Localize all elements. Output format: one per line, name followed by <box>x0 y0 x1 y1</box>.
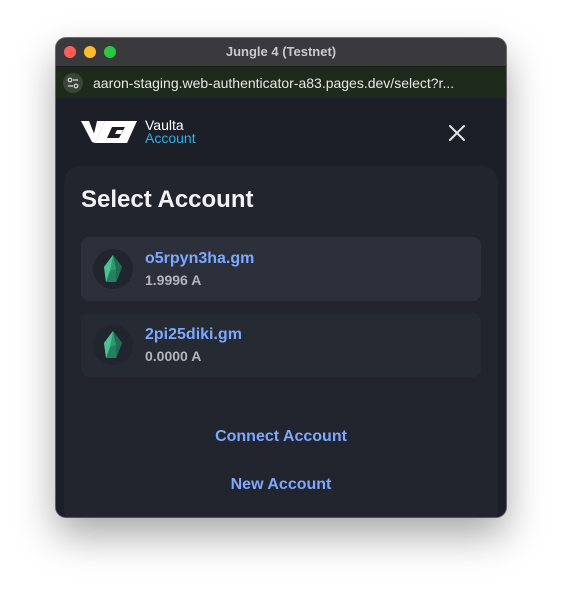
account-avatar <box>93 249 133 289</box>
new-account-button[interactable]: New Account <box>56 476 506 494</box>
app-header: Vaulta Account <box>56 98 506 166</box>
account-row[interactable]: 2pi25diki.gm 0.0000 A <box>81 313 481 377</box>
site-settings-icon[interactable] <box>63 73 83 93</box>
close-button[interactable] <box>446 122 468 144</box>
account-name: 2pi25diki.gm <box>145 326 242 343</box>
account-avatar <box>93 325 133 365</box>
crystal-icon <box>104 255 122 282</box>
url-text[interactable]: aaron-staging.web-authenticator-a83.page… <box>93 75 454 91</box>
brand-wordmark: Vaulta Account <box>145 118 196 146</box>
address-bar[interactable]: aaron-staging.web-authenticator-a83.page… <box>56 67 506 99</box>
account-name: o5rpyn3ha.gm <box>145 250 255 267</box>
window-title: Jungle 4 (Testnet) <box>225 44 337 59</box>
browser-popup-window: Jungle 4 (Testnet) aaron-staging.web-aut… <box>56 38 506 517</box>
account-balance: 1.9996 A <box>145 272 202 288</box>
page-title: Select Account <box>81 186 254 213</box>
crystal-icon <box>104 331 122 358</box>
main-panel: Select Account o5rpyn3ha.gm 1.9996 A 2pi… <box>56 166 506 517</box>
vaulta-logo-icon <box>81 121 137 143</box>
account-balance: 0.0000 A <box>145 348 202 364</box>
account-row[interactable]: o5rpyn3ha.gm 1.9996 A <box>81 237 481 301</box>
brand-name-line2: Account <box>145 130 196 146</box>
connect-account-button[interactable]: Connect Account <box>56 428 506 446</box>
window-titlebar: Jungle 4 (Testnet) <box>56 38 506 67</box>
close-icon <box>449 125 465 141</box>
